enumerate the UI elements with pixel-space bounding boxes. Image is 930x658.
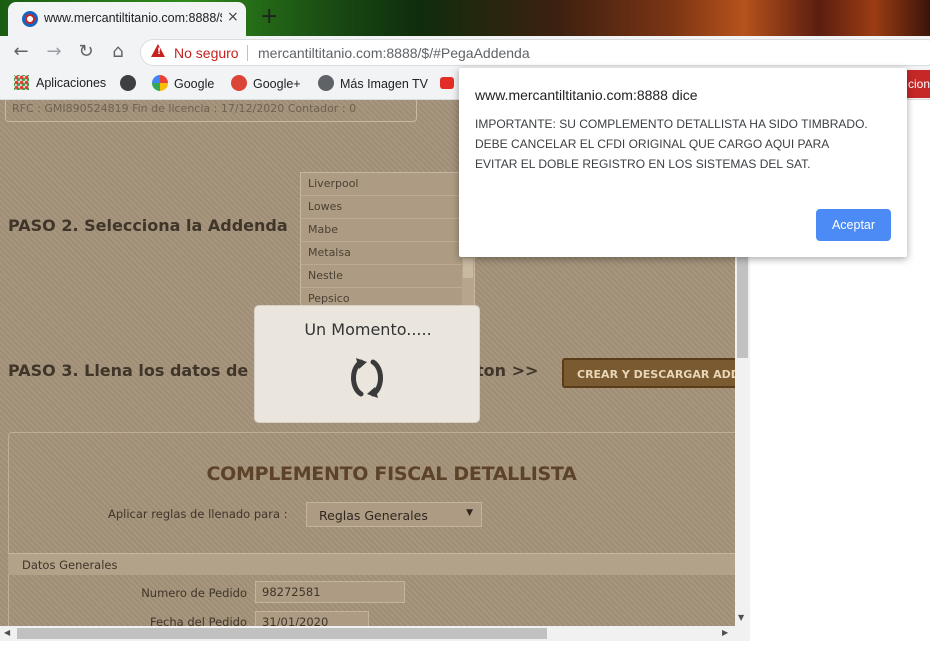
dialog-message-line: IMPORTANTE: SU COMPLEMENTO DETALLISTA HA… [475,117,868,131]
close-tab-icon[interactable]: × [227,9,239,25]
accept-button[interactable]: Aceptar [816,209,891,241]
new-tab-button[interactable]: + [260,4,278,29]
reload-icon[interactable]: ↻ [74,40,98,64]
bookmark-label: Google [174,77,215,91]
google-plus-icon [231,75,247,91]
tab-title: www.mercantiltitanio.com:8888/$ [44,11,222,25]
dialog-origin: www.mercantiltitanio.com:8888 dice [475,87,698,103]
list-item[interactable]: Lowes [301,196,474,219]
dialog-message-line: DEBE CANCELAR EL CFDI ORIGINAL QUE CARGO… [475,137,830,151]
list-item[interactable]: Nestle [301,265,474,288]
bookmark-globe[interactable] [120,75,142,91]
order-number-label: Numero de Pedido [141,586,247,600]
loading-text: Un Momento..... [304,320,432,339]
tab-strip: www.mercantiltitanio.com:8888/$ × + [0,0,930,36]
bookmark-imagen-tv[interactable]: Más Imagen TV [318,75,428,91]
bookmark-google-plus[interactable]: Google+ [231,75,301,91]
license-info-bar: RFC : GMI890524819 Fin de licencia : 17/… [5,100,417,122]
back-arrow-icon[interactable]: ← [9,40,33,64]
browser-toolbar: ← → ↻ ⌂ ! No seguro mercantiltitanio.com… [0,36,930,68]
security-status[interactable]: No seguro [174,45,239,61]
bookmark-google[interactable]: Google [152,75,214,91]
dialog-message-line: EVITAR EL DOBLE REGISTRO EN LOS SISTEMAS… [475,157,811,171]
order-date-field[interactable]: 31/01/2020 [255,611,369,626]
step3-heading: PASO 3. Llena los datos de la [8,361,271,380]
addenda-listbox[interactable]: Liverpool Lowes Mabe Metalsa Nestle Peps… [300,172,475,311]
list-item[interactable]: Mabe [301,219,474,242]
forward-arrow-icon[interactable]: → [42,40,66,64]
address-bar[interactable]: ! No seguro mercantiltitanio.com:8888/$/… [140,39,930,66]
apps-grid-icon [14,75,29,90]
horizontal-scrollbar[interactable]: ◀ ▶ [0,626,750,641]
site-favicon-icon [22,11,38,27]
scroll-down-arrow-icon[interactable]: ▼ [738,613,744,622]
vertical-scroll-thumb[interactable] [737,250,748,358]
bookmark-label: Más Imagen TV [340,77,429,91]
bookmark-label: Google+ [253,77,301,91]
browser-tab[interactable]: www.mercantiltitanio.com:8888/$ × [8,2,246,36]
youtube-icon [440,77,454,89]
bookmark-label: Aplicaciones [36,76,107,90]
spinner-icon [351,358,383,398]
loading-overlay: Un Momento..... [254,305,480,423]
listbox-scroll-thumb[interactable] [463,258,473,278]
rules-label: Aplicar reglas de llenado para : [108,507,288,521]
complement-title: COMPLEMENTO FISCAL DETALLISTA [206,463,577,485]
bookmark-apps[interactable]: Aplicaciones [14,75,106,90]
bookmark-youtube[interactable] [440,75,460,89]
imagen-tv-icon [318,75,334,91]
order-number-field[interactable]: 98272581 [255,581,405,603]
chevron-down-icon: ▼ [466,508,473,518]
datos-generales-header[interactable]: Datos Generales [8,553,750,575]
step2-heading: PASO 2. Selecciona la Addenda [8,216,288,235]
rules-select-value: Reglas Generales [319,508,428,523]
alert-dialog: www.mercantiltitanio.com:8888 dice IMPOR… [459,68,907,257]
url-text[interactable]: mercantiltitanio.com:8888/$/#PegaAddenda [258,45,530,61]
list-item[interactable]: Metalsa [301,242,474,265]
scroll-right-arrow-icon[interactable]: ▶ [722,628,728,637]
google-icon [152,75,168,91]
list-item[interactable]: Liverpool [301,173,474,196]
dialog-message: IMPORTANTE: SU COMPLEMENTO DETALLISTA HA… [475,114,895,174]
rules-select[interactable]: Reglas Generales ▼ [306,502,482,527]
address-separator [247,45,248,61]
scroll-left-arrow-icon[interactable]: ◀ [4,628,10,637]
globe-icon [120,75,136,91]
horizontal-scroll-thumb[interactable] [17,628,547,639]
home-icon[interactable]: ⌂ [106,40,130,64]
order-date-label: Fecha del Pedido [149,615,247,626]
create-download-addenda-button[interactable]: CREAR Y DESCARGAR ADDENDA [562,358,750,388]
